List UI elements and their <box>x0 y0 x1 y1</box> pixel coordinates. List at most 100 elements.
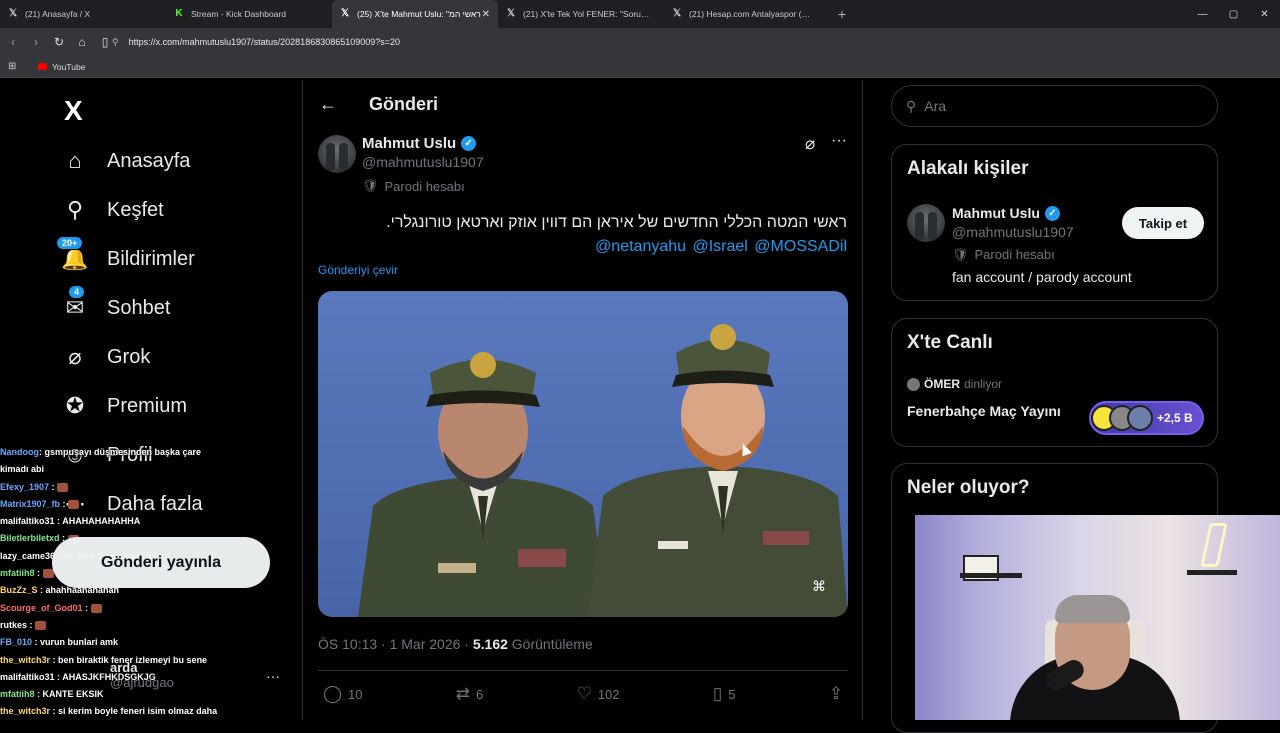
space-title[interactable]: Fenerbahçe Maç Yayını <box>907 403 1061 419</box>
tab-title: Stream - Kick Dashboard <box>191 9 286 19</box>
chat-text: : <box>49 481 58 492</box>
browser-tab-strip: 𝕏 (21) Anasayfa / X K Stream - Kick Dashboa… <box>0 0 1280 28</box>
chat-username: BuzZz_S <box>0 585 38 596</box>
host-avatar <box>907 377 920 391</box>
close-tab-icon[interactable]: ✕ <box>482 9 490 20</box>
sidebar-item-label: Sohbet <box>107 296 171 319</box>
chat-username: the_witch3r <box>0 654 51 665</box>
chat-message: Matrix1907_fb : <box>0 496 240 513</box>
tab-title: (25) X'te Mahmut Uslu: "ראשי המ <box>357 9 481 19</box>
account-name: arda <box>110 660 138 675</box>
heart-icon: ♡ <box>576 684 592 703</box>
reload-icon[interactable]: ↻ <box>49 35 69 49</box>
sidebar-item-label: Premium <box>107 394 188 417</box>
like-count: 102 <box>597 686 620 702</box>
url-text: https://x.com/mahmutuslu1907/status/2028… <box>128 37 401 47</box>
chat-username: Efexy_1907 <box>0 481 50 492</box>
account-handle: @ajrudgao <box>110 675 174 690</box>
shelf <box>960 573 1022 578</box>
like-button[interactable]: ♡ 102 <box>577 684 620 704</box>
site-settings-icon[interactable]: ⚲ <box>112 37 119 48</box>
streamer-hair <box>1055 595 1130 623</box>
home-icon: ⌂ <box>68 148 82 173</box>
post-actions: ◯ 10 ⇄ 6 ♡ 102 ▯ 5 ⇪ <box>323 684 843 704</box>
tab-title: (21) X'te Tek Yol FENER: "Soru: "49. di <box>523 9 651 19</box>
chat-username: Scourge_of_God01 <box>0 602 83 613</box>
apps-grid-icon[interactable]: ⊞ <box>8 61 18 72</box>
verified-icon: ✓ <box>1044 205 1060 221</box>
url-field[interactable]: ⚲ https://x.com/mahmutuslu1907/status/20… <box>112 31 1112 53</box>
tab-list: 𝕏 (21) Anasayfa / X K Stream - Kick Dashboa… <box>0 0 830 28</box>
account-more-icon[interactable]: ··· <box>266 668 280 684</box>
back-icon[interactable]: ‹ <box>3 35 23 49</box>
sidebar-item-label: Anasayfa <box>107 149 191 172</box>
neon-sign <box>1200 523 1228 567</box>
chat-text: : KANTE EKSIK <box>34 689 104 700</box>
live-listeners-pill[interactable]: +2,5 B <box>1089 401 1204 435</box>
address-bar-row: ‹ › ↻ ⌂ ▯ ⚲ https://x.com/mahmutuslu1907… <box>0 28 1280 77</box>
translate-link[interactable]: Gönderiyi çevir <box>318 263 398 277</box>
home-browser-icon[interactable]: ⌂ <box>72 35 92 49</box>
verified-icon: ✓ <box>461 136 477 151</box>
browser-tab[interactable]: 𝕏 (21) X'te Tek Yol FENER: "Soru: "49. di <box>498 0 664 28</box>
chat-message: the_witch3r : si kerim boyle feneri isim… <box>0 703 240 720</box>
grok-explain-icon[interactable]: ⌀ <box>805 134 815 154</box>
more-options-icon[interactable]: ··· <box>831 132 847 150</box>
sidebar-item-anasayfa[interactable]: ⌂ Anasayfa <box>62 148 190 174</box>
post-button[interactable]: Gönderi yayınla <box>52 537 270 588</box>
browser-tab[interactable]: K Stream - Kick Dashboard <box>166 0 332 28</box>
minimize-icon[interactable]: — <box>1187 9 1218 20</box>
forward-icon[interactable]: › <box>26 35 46 49</box>
search-input[interactable]: ⚲ Ara <box>891 85 1218 127</box>
post-image[interactable]: ⌘ <box>318 291 848 617</box>
window-controls: — ▢ ✕ <box>1187 0 1280 28</box>
sidebar-item-bildirimler[interactable]: 🔔 20+ Bildirimler <box>56 236 195 272</box>
bell-icon: 🔔 20+ <box>56 236 89 272</box>
avatar[interactable] <box>907 204 945 242</box>
share-button[interactable]: ⇪ <box>829 684 843 704</box>
browser-tab[interactable]: 𝕏 (21) Anasayfa / X <box>0 0 166 28</box>
related-handle[interactable]: @mahmutuslu1907 <box>952 224 1132 240</box>
bookmark-button[interactable]: ▯ 5 <box>713 684 736 704</box>
related-name-row[interactable]: Mahmut Uslu ✓ <box>952 205 1132 221</box>
reply-button[interactable]: ◯ 10 <box>323 684 363 704</box>
grok-image-icon[interactable]: ⌘ <box>812 578 826 595</box>
author-name-row[interactable]: Mahmut Uslu ✓ <box>362 135 484 152</box>
live-card: X'te Canlı ÖMER dinliyor Fenerbahçe Maç … <box>891 318 1218 447</box>
browser-tab[interactable]: 𝕏 (25) X'te Mahmut Uslu: "ראשי המ ✕ <box>332 0 498 28</box>
bookmark-youtube[interactable]: YouTube <box>38 62 85 72</box>
chat-username: rutkes <box>0 619 28 630</box>
chat-username: Nandoog <box>0 447 39 457</box>
trends-title: Neler oluyor? <box>907 477 1030 498</box>
chat-text: : AHAHAHAHAHHA <box>54 516 141 527</box>
sidebar-item-sohbet[interactable]: ✉ 4 Sohbet <box>62 285 171 321</box>
new-tab-button[interactable]: + <box>830 6 854 22</box>
notification-badge: 20+ <box>56 236 84 250</box>
chat-message: Nandoog: gsmpuşayı düşmesinden başka çar… <box>0 444 240 461</box>
notification-badge: 4 <box>68 285 86 299</box>
webcam-overlay <box>915 515 1280 720</box>
avatar[interactable] <box>318 135 356 173</box>
chat-message: Efexy_1907 : <box>0 479 240 496</box>
post-meta: ÖS 10:13 · 1 Mar 2026 · 5.162 Görüntülem… <box>318 636 593 652</box>
host-suffix: dinliyor <box>964 377 1003 391</box>
maximize-icon[interactable]: ▢ <box>1218 9 1249 20</box>
x-logo-icon[interactable]: X <box>64 95 83 127</box>
repost-button[interactable]: ⇄ 6 <box>456 684 483 704</box>
sidebar-item-premium[interactable]: ✪ Premium <box>62 393 187 419</box>
bookmark-icon: ▯ <box>712 684 723 703</box>
search-icon: ⚲ <box>66 197 84 222</box>
back-arrow-icon[interactable]: ← <box>319 94 337 115</box>
listener-count: +2,5 B <box>1157 411 1193 425</box>
account-switcher[interactable]: arda @ajrudgao <box>110 660 174 690</box>
close-window-icon[interactable]: ✕ <box>1249 9 1280 20</box>
post-mentions[interactable]: @netanyahu @Israel @MOSSADil <box>595 238 847 256</box>
follow-button[interactable]: Takip et <box>1122 207 1204 239</box>
sidebar-item-grok[interactable]: ⌀ Grok <box>62 344 150 370</box>
kick-logo-icon: K <box>175 8 183 19</box>
browser-tab[interactable]: 𝕏 (21) Hesap.com Antalyaspor (@Antal <box>664 0 830 28</box>
author-name: Mahmut Uslu <box>362 135 457 152</box>
sidebar-item-keşfet[interactable]: ⚲ Keşfet <box>62 197 164 223</box>
post-time[interactable]: ÖS 10:13 · 1 Mar 2026 · <box>318 636 473 652</box>
author-handle[interactable]: @mahmutuslu1907 <box>362 154 484 170</box>
